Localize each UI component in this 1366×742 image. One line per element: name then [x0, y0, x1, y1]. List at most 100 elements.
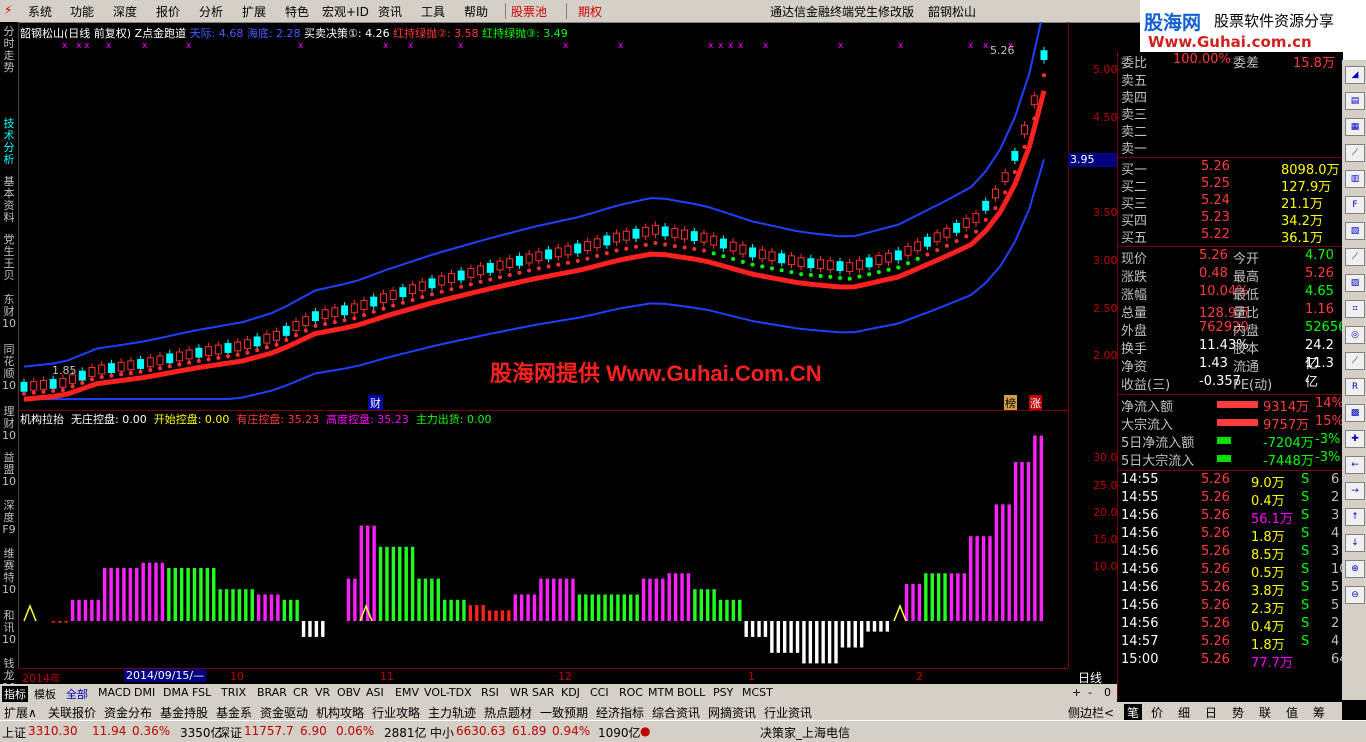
right-tab[interactable]: 笔 [1124, 704, 1143, 721]
tab-tonghuashun[interactable]: 同花顺10 [1, 344, 17, 392]
indicator-tab[interactable]: DMA [163, 686, 189, 699]
ext-tab[interactable]: 资金分布 [104, 704, 152, 721]
ask-row[interactable]: 卖一 [1121, 138, 1341, 157]
right-tab[interactable]: 价 [1151, 704, 1163, 721]
indicator-tab[interactable]: RSI [481, 686, 499, 699]
ext-tab[interactable]: 基金持股 [160, 704, 208, 721]
bid-row[interactable]: 买五 5.22 36.1万 [1121, 227, 1341, 246]
toolstrip-icon[interactable]: ⊖ [1345, 586, 1365, 604]
limit-up-marker[interactable]: 涨 [1029, 395, 1042, 411]
toolstrip-icon[interactable]: → [1345, 482, 1365, 500]
indicator-tab[interactable]: 指标 [2, 686, 28, 702]
menu-macro[interactable]: 宏观+ID [322, 3, 369, 20]
tab-dongcai[interactable]: 东财10 [1, 294, 17, 330]
menu-tools[interactable]: 工具 [421, 3, 445, 20]
toolstrip-icon[interactable]: ▦ [1345, 118, 1365, 136]
toolstrip-icon[interactable]: ⟋ [1345, 352, 1365, 370]
bid-row[interactable]: 买一 5.26 8098.0万 [1121, 159, 1341, 178]
toolstrip-icon[interactable]: ⟋ [1345, 144, 1365, 162]
menu-quote[interactable]: 报价 [156, 3, 180, 20]
menu-system[interactable]: 系统 [28, 3, 52, 20]
ext-tab[interactable]: 行业资讯 [764, 704, 812, 721]
ext-tab[interactable]: 综合资讯 [652, 704, 700, 721]
tab-depth-f9[interactable]: 深度F9 [1, 500, 17, 536]
right-tab[interactable]: 联 [1259, 704, 1271, 721]
right-tab[interactable]: 值 [1286, 704, 1298, 721]
sidebar-toggle[interactable]: 侧边栏< [1068, 704, 1114, 721]
ext-tab[interactable]: 资金驱动 [260, 704, 308, 721]
toolstrip-icon[interactable]: ↑ [1345, 508, 1365, 526]
indicator-tab[interactable]: BOLL [677, 686, 705, 699]
menu-analysis[interactable]: 分析 [199, 3, 223, 20]
indicator-tab[interactable]: EMV [395, 686, 419, 699]
toolstrip-icon[interactable]: ↓ [1345, 534, 1365, 552]
indicator-tab[interactable]: CCI [590, 686, 609, 699]
ext-tab[interactable]: 主力轨迹 [428, 704, 476, 721]
ext-tab[interactable]: 行业攻略 [372, 704, 420, 721]
toolstrip-icon[interactable]: F [1345, 196, 1365, 214]
zoom-out-button[interactable]: - [1088, 686, 1092, 699]
tab-dangsheng[interactable]: 党生王贝 [1, 234, 17, 282]
menu-depth[interactable]: 深度 [113, 3, 137, 20]
ext-tab[interactable]: 关联报价 [48, 704, 96, 721]
indicator-tab[interactable]: DMI [134, 686, 155, 699]
indicator-tab[interactable]: ROC [619, 686, 643, 699]
menu-function[interactable]: 功能 [70, 3, 94, 20]
indicator-tab[interactable]: WR [510, 686, 529, 699]
ext-tab[interactable]: 经济指标 [596, 704, 644, 721]
ext-tab[interactable]: 一致预期 [540, 704, 588, 721]
indicator-tab[interactable]: MCST [742, 686, 773, 699]
toolstrip-icon[interactable]: ▧ [1345, 222, 1365, 240]
zoom-in-button[interactable]: + [1072, 686, 1081, 699]
bid-row[interactable]: 买二 5.25 127.9万 [1121, 176, 1341, 195]
toolstrip-icon[interactable]: ▤ [1345, 92, 1365, 110]
ext-tab[interactable]: 网摘资讯 [708, 704, 756, 721]
right-tab[interactable]: 势 [1232, 704, 1244, 721]
ask-row[interactable]: 卖二 [1121, 121, 1341, 140]
indicator-tab[interactable]: VOL-TDX [424, 686, 472, 699]
toolstrip-icon[interactable]: ⌗ [1345, 300, 1365, 318]
bid-row[interactable]: 买四 5.23 34.2万 [1121, 210, 1341, 229]
toolstrip-icon[interactable]: ⟋ [1345, 248, 1365, 266]
menu-news[interactable]: 资讯 [378, 3, 402, 20]
indicator-tab[interactable]: CR [293, 686, 308, 699]
menu-feature[interactable]: 特色 [285, 3, 309, 20]
candlestick-chart[interactable]: xxxxxxxxxxxxxxxxxxxxxx [18, 22, 1068, 410]
menu-options[interactable]: 期权 [578, 3, 602, 20]
toolstrip-icon[interactable]: ✚ [1345, 430, 1365, 448]
toolstrip-icon[interactable]: ← [1345, 456, 1365, 474]
tab-technical[interactable]: 技术分析 [1, 118, 17, 166]
toolstrip-icon[interactable]: ⊕ [1345, 560, 1365, 578]
indicator-tab[interactable]: 全部 [66, 686, 88, 702]
ext-tab[interactable]: 机构攻略 [316, 704, 364, 721]
indicator-tab[interactable]: 模板 [34, 686, 56, 702]
ext-tab[interactable]: 扩展∧ [4, 704, 37, 721]
toolstrip-icon[interactable]: ◢ [1345, 66, 1365, 84]
ext-tab[interactable]: 热点题材 [484, 704, 532, 721]
indicator-tab[interactable]: MACD [98, 686, 131, 699]
indicator-tab[interactable]: PSY [713, 686, 733, 699]
indicator-tab[interactable]: BRAR [257, 686, 287, 699]
toolstrip-icon[interactable]: ▥ [1345, 170, 1365, 188]
indicator-tab[interactable]: MTM [648, 686, 674, 699]
tab-intraday[interactable]: 分时走势 [1, 26, 17, 74]
indicator-tab[interactable]: OBV [337, 686, 360, 699]
finance-marker[interactable]: 财 [368, 395, 383, 411]
tab-yimeng[interactable]: 益盟10 [1, 452, 17, 488]
ext-tab[interactable]: 基金系 [216, 704, 252, 721]
tab-hexun[interactable]: 和讯10 [1, 610, 17, 646]
ask-row[interactable]: 卖五 [1121, 70, 1341, 89]
indicator-tab[interactable]: VR [315, 686, 330, 699]
ask-row[interactable]: 卖四 [1121, 87, 1341, 106]
toolstrip-icon[interactable]: ◎ [1345, 326, 1365, 344]
indicator-tab[interactable]: SAR [532, 686, 554, 699]
toolstrip-icon[interactable]: ▨ [1345, 274, 1365, 292]
indicator-tab[interactable]: TRIX [221, 686, 246, 699]
toolstrip-icon[interactable]: R [1345, 378, 1365, 396]
indicator-tab[interactable]: KDJ [561, 686, 580, 699]
toolstrip-icon[interactable]: ▩ [1345, 404, 1365, 422]
indicator-chart[interactable] [18, 410, 1068, 669]
menu-extend[interactable]: 扩展 [242, 3, 266, 20]
menu-help[interactable]: 帮助 [464, 3, 488, 20]
indicator-tab[interactable]: ASI [366, 686, 384, 699]
